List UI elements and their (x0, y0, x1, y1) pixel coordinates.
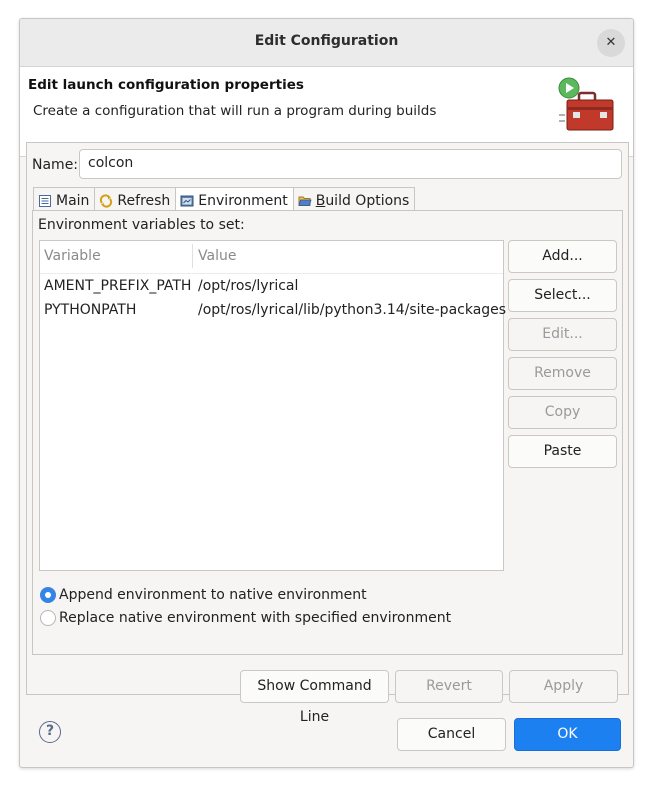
configuration-panel: Name: colcon Main Refresh Environment Bu… (26, 142, 629, 725)
copy-button[interactable]: Copy (508, 396, 617, 429)
variable-cell: PYTHONPATH (44, 302, 137, 318)
environment-tab-content: Environment variables to set: Variable V… (32, 210, 623, 655)
dialog-title: Edit Configuration (254, 33, 399, 49)
value-cell: /opt/ros/lyrical/lib/python3.14/site-pac… (198, 302, 507, 318)
refresh-icon (100, 193, 113, 208)
edit-configuration-dialog: Edit Configuration ✕ Edit launch configu… (19, 18, 634, 768)
replace-radio[interactable] (40, 610, 56, 626)
append-radio[interactable] (40, 587, 56, 603)
close-button[interactable]: ✕ (597, 29, 625, 57)
ok-button[interactable]: OK (514, 718, 621, 751)
column-separator (192, 244, 193, 268)
close-icon: ✕ (605, 35, 617, 50)
environment-buttons: Add... Select... Edit... Remove Copy Pas… (508, 240, 618, 474)
tab-build-options[interactable]: Build Options (292, 187, 416, 211)
tab-build-options-label: Build Options (315, 192, 410, 209)
environment-icon (180, 195, 194, 206)
title-bar: Edit Configuration ✕ (20, 19, 633, 67)
value-cell: /opt/ros/lyrical (198, 278, 299, 294)
toolbox-run-icon (558, 77, 614, 131)
tab-refresh-label: Refresh (117, 192, 171, 209)
column-header-variable[interactable]: Variable (44, 248, 101, 264)
select-button[interactable]: Select... (508, 279, 617, 312)
tab-environment-label: Environment (198, 192, 288, 209)
header-title: Edit launch configuration properties (28, 77, 304, 93)
folder-open-icon (298, 196, 312, 206)
apply-button[interactable]: Apply (509, 670, 618, 703)
table-row[interactable]: AMENT_PREFIX_PATH /opt/ros/lyrical (40, 276, 503, 300)
append-radio-label: Append environment to native environment (59, 587, 367, 603)
edit-button[interactable]: Edit... (508, 318, 617, 351)
add-button[interactable]: Add... (508, 240, 617, 273)
name-label: Name: (32, 157, 79, 173)
remove-button[interactable]: Remove (508, 357, 617, 390)
cancel-button[interactable]: Cancel (397, 718, 506, 751)
header-divider (40, 273, 503, 274)
variable-cell: AMENT_PREFIX_PATH (44, 278, 192, 294)
column-header-value[interactable]: Value (198, 248, 236, 264)
revert-button[interactable]: Revert (395, 670, 503, 703)
environment-variables-table[interactable]: Variable Value AMENT_PREFIX_PATH /opt/ro… (39, 240, 507, 571)
tab-bar: Main Refresh Environment Build Options (33, 187, 416, 211)
paste-button[interactable]: Paste (508, 435, 617, 468)
table-row[interactable]: PYTHONPATH /opt/ros/lyrical/lib/python3.… (40, 300, 507, 324)
main-tab-icon (39, 194, 51, 207)
tab-main-label: Main (56, 192, 90, 209)
replace-radio-label: Replace native environment with specifie… (59, 610, 452, 626)
tab-main[interactable]: Main (33, 187, 96, 211)
tab-environment[interactable]: Environment (175, 187, 294, 211)
name-input[interactable]: colcon (79, 149, 622, 179)
environment-variables-label: Environment variables to set: (38, 217, 245, 233)
header-description: Create a configuration that will run a p… (33, 103, 437, 119)
replace-environment-option[interactable]: Replace native environment with specifie… (40, 610, 451, 626)
show-command-line-button[interactable]: Show Command Line (240, 670, 389, 725)
append-environment-option[interactable]: Append environment to native environment (40, 587, 367, 603)
help-icon[interactable]: ? (39, 721, 61, 743)
tab-refresh[interactable]: Refresh (94, 187, 177, 211)
